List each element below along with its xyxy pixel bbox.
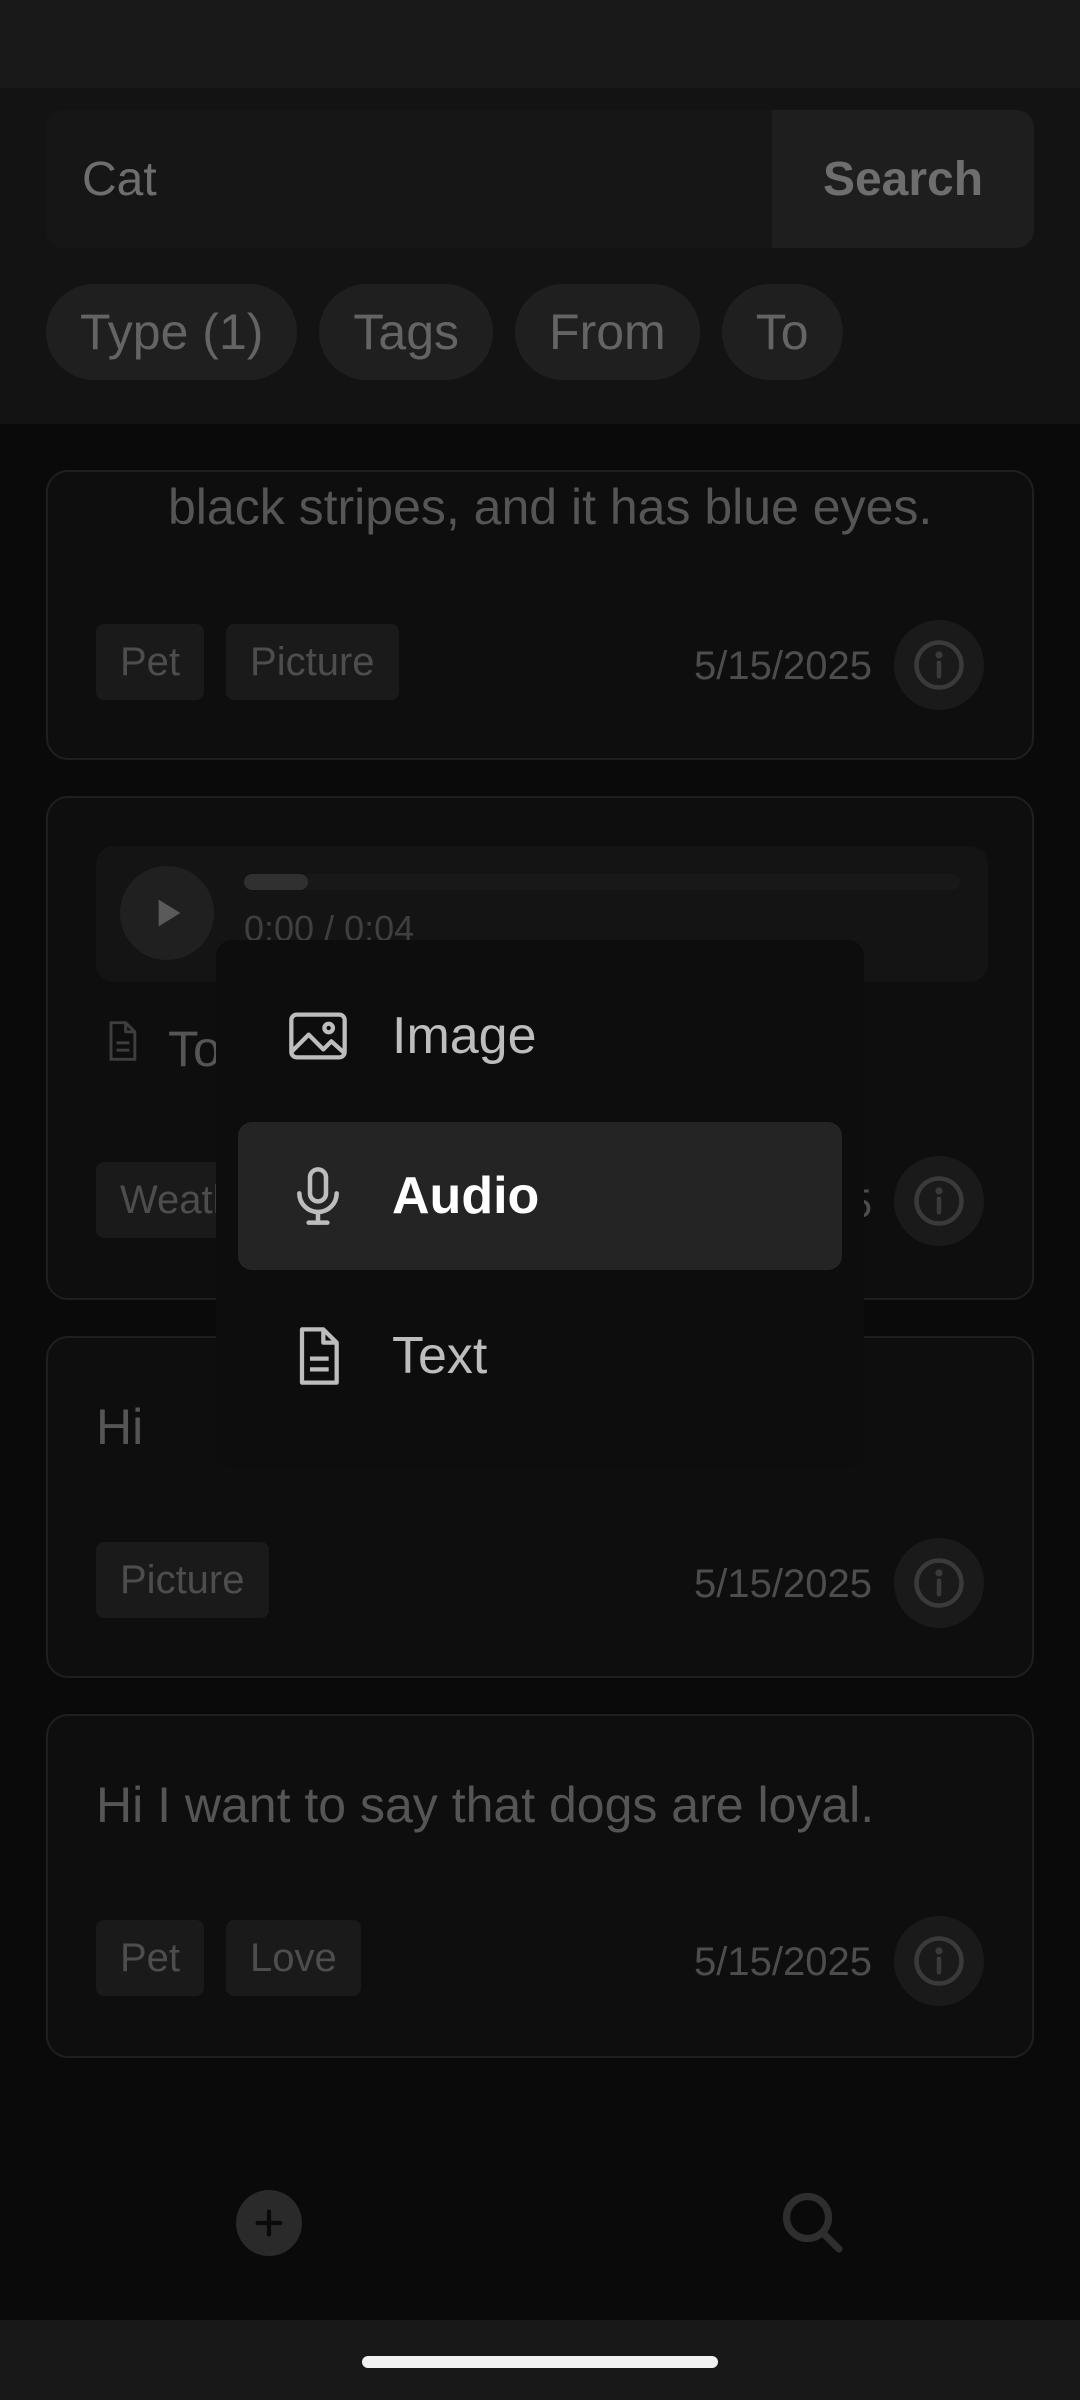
menu-item-text[interactable]: Text — [238, 1282, 842, 1430]
tag: Love — [226, 1920, 361, 1996]
image-icon — [289, 1012, 347, 1060]
filter-chip-tags[interactable]: Tags — [319, 284, 494, 380]
app-screen: Search Type (1) Tags From To black strip… — [0, 0, 1080, 2400]
card-tags: Picture — [96, 1542, 269, 1618]
info-icon — [914, 640, 964, 690]
tag: Pet — [96, 1920, 205, 1996]
info-button[interactable] — [894, 1156, 984, 1246]
menu-item-label: Image — [392, 1007, 537, 1065]
info-button[interactable] — [894, 620, 984, 710]
search-icon[interactable] — [776, 2186, 848, 2258]
tag: Picture — [96, 1542, 269, 1618]
filter-chip-to[interactable]: To — [721, 284, 843, 380]
document-icon — [299, 1327, 339, 1385]
info-icon — [914, 1176, 964, 1226]
card-tags: Pet Picture — [96, 624, 399, 700]
card-date: 5/15/2025 — [694, 644, 872, 688]
gesture-nav-area — [0, 2320, 1080, 2400]
filter-chips: Type (1) Tags From To — [46, 284, 843, 380]
tag: Pet — [96, 624, 205, 700]
menu-item-audio[interactable]: Audio — [238, 1122, 842, 1270]
info-icon — [914, 1936, 964, 1986]
search-input[interactable] — [46, 110, 772, 248]
filter-chip-type[interactable]: Type (1) — [46, 284, 298, 380]
search-header: Search Type (1) Tags From To — [0, 88, 1080, 424]
result-card[interactable]: black stripes, and it has blue eyes. Pet… — [46, 470, 1034, 760]
card-text: To — [168, 1021, 221, 1077]
filter-chip-from[interactable]: From — [515, 284, 700, 380]
type-filter-menu: Image Audio Text — [216, 940, 864, 1468]
info-button[interactable] — [894, 1916, 984, 2006]
search-bar: Search — [46, 110, 1034, 248]
card-date: 5/15/2025 — [694, 1562, 872, 1606]
play-button[interactable] — [120, 866, 214, 960]
status-bar — [0, 0, 1080, 88]
audio-progress-fill — [244, 874, 309, 890]
menu-item-label: Audio — [392, 1167, 540, 1225]
microphone-icon — [297, 1167, 339, 1225]
audio-progress-bar[interactable] — [244, 874, 960, 890]
card-date: 5/15/2025 — [694, 1940, 872, 1984]
document-icon — [109, 1021, 137, 1061]
info-button[interactable] — [894, 1538, 984, 1628]
search-button[interactable]: Search — [772, 110, 1034, 248]
card-text: black stripes, and it has blue eyes. — [168, 479, 933, 535]
card-tags: Pet Love — [96, 1920, 361, 1996]
card-text: Hi — [96, 1399, 144, 1455]
bottom-nav — [0, 2150, 1080, 2320]
tag: Picture — [226, 624, 399, 700]
menu-item-image[interactable]: Image — [238, 962, 842, 1110]
play-icon — [158, 899, 181, 927]
result-card[interactable]: Hi I want to say that dogs are loyal. Pe… — [46, 1714, 1034, 2058]
add-button[interactable] — [236, 2190, 302, 2256]
info-icon — [914, 1558, 964, 1608]
plus-icon — [255, 2209, 283, 2237]
home-gesture-bar[interactable] — [362, 2356, 718, 2368]
menu-item-label: Text — [392, 1327, 488, 1385]
card-text: Hi I want to say that dogs are loyal. — [96, 1777, 875, 1833]
